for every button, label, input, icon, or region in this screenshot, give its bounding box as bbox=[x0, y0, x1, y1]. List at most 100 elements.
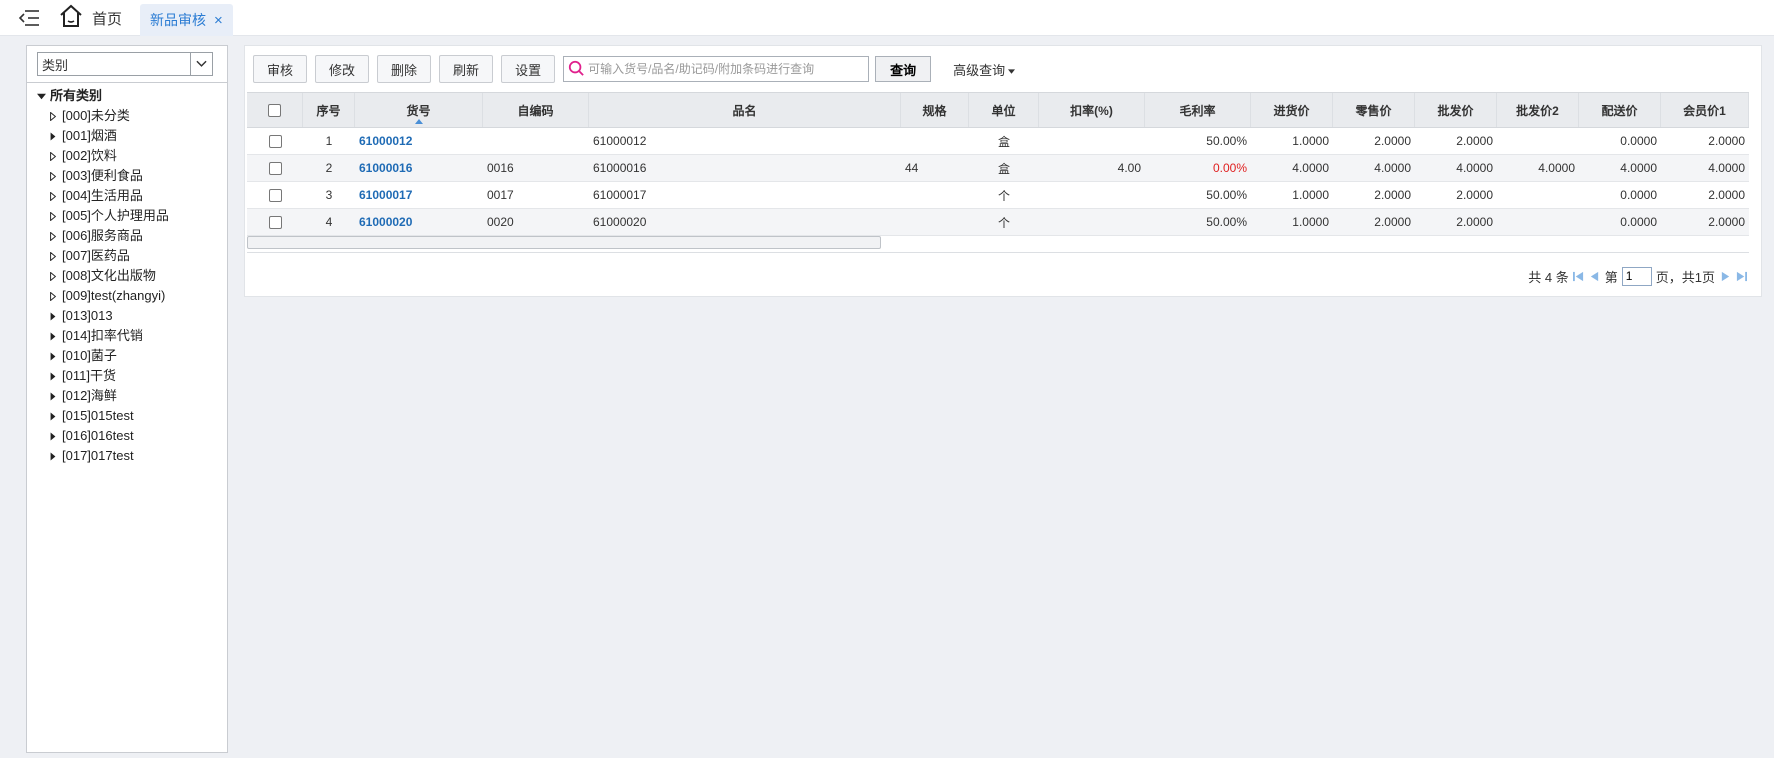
table-row[interactable]: 1 61000012 61000012 盒 50.00% 1.0000 2.0000 2.00… bbox=[247, 128, 1749, 155]
query-button[interactable]: 查询 bbox=[875, 56, 932, 82]
expanded-triangle-icon[interactable] bbox=[35, 90, 47, 102]
next-page-icon[interactable] bbox=[1719, 270, 1731, 282]
header-wholesale-price-2[interactable]: 批发价2 bbox=[1497, 93, 1579, 127]
cell-self-code bbox=[483, 128, 589, 154]
tree-item-label: [006]服务商品 bbox=[62, 228, 143, 243]
tree-item[interactable]: [016]016test bbox=[35, 426, 225, 446]
tree-item[interactable]: [006]服务商品 bbox=[35, 226, 225, 246]
header-buy-price[interactable]: 进货价 bbox=[1251, 93, 1333, 127]
refresh-button[interactable]: 刷新 bbox=[439, 55, 494, 83]
collapsed-triangle-icon[interactable] bbox=[47, 210, 59, 222]
collapsed-triangle-icon[interactable] bbox=[47, 450, 59, 462]
row-checkbox[interactable] bbox=[268, 134, 282, 148]
tree-item-label: [012]海鲜 bbox=[62, 388, 117, 403]
table-row[interactable]: 3 61000017 0017 61000017 个 50.00% 1.0000 2.0000… bbox=[247, 182, 1749, 209]
cell-code-text[interactable]: 61000016 bbox=[359, 161, 412, 175]
collapsed-triangle-icon[interactable] bbox=[47, 290, 59, 302]
collapsed-triangle-icon[interactable] bbox=[47, 270, 59, 282]
close-icon[interactable]: × bbox=[214, 13, 223, 28]
collapsed-triangle-icon[interactable] bbox=[47, 310, 59, 322]
header-distribution-price[interactable]: 配送价 bbox=[1579, 93, 1661, 127]
collapsed-triangle-icon[interactable] bbox=[47, 390, 59, 402]
row-checkbox[interactable] bbox=[268, 188, 282, 202]
tree-item[interactable]: [008]文化出版物 bbox=[35, 266, 225, 286]
tree-item[interactable]: [011]干货 bbox=[35, 366, 225, 386]
tree-item[interactable]: [014]扣率代销 bbox=[35, 326, 225, 346]
header-spec[interactable]: 规格 bbox=[901, 93, 969, 127]
cell-seq: 2 bbox=[303, 155, 355, 181]
header-self-code[interactable]: 自编码 bbox=[483, 93, 589, 127]
tree-item[interactable]: [015]015test bbox=[35, 406, 225, 426]
category-type-select[interactable]: 类别 bbox=[37, 52, 213, 76]
advanced-query-dropdown[interactable]: 高级查询 bbox=[953, 60, 1016, 79]
header-retail-price[interactable]: 零售价 bbox=[1333, 93, 1415, 127]
cell-member-price-text: 4.0000 bbox=[1708, 161, 1745, 175]
cell-code-text[interactable]: 61000017 bbox=[359, 188, 412, 202]
header-seq[interactable]: 序号 bbox=[303, 93, 355, 127]
row-checkbox[interactable] bbox=[268, 215, 282, 229]
tree-item[interactable]: [017]017test bbox=[35, 446, 225, 466]
main-panel: 审核 修改 删除 刷新 设置 查询 高级查询 序号 货号 自编码 bbox=[244, 45, 1762, 297]
search-input[interactable] bbox=[588, 58, 869, 80]
collapsed-triangle-icon[interactable] bbox=[47, 350, 59, 362]
last-page-icon[interactable] bbox=[1735, 270, 1747, 282]
horizontal-scrollbar[interactable] bbox=[247, 236, 881, 249]
row-checkbox[interactable] bbox=[268, 161, 282, 175]
collapsed-triangle-icon[interactable] bbox=[47, 170, 59, 182]
cell-wholesale-price-2: 4.0000 bbox=[1497, 155, 1579, 181]
cell-code-text[interactable]: 61000020 bbox=[359, 215, 412, 229]
first-page-icon[interactable] bbox=[1573, 270, 1585, 282]
tree-item[interactable]: [007]医药品 bbox=[35, 246, 225, 266]
collapsed-triangle-icon[interactable] bbox=[47, 130, 59, 142]
collapsed-triangle-icon[interactable] bbox=[47, 430, 59, 442]
collapsed-triangle-icon[interactable] bbox=[47, 230, 59, 242]
collapsed-triangle-icon[interactable] bbox=[47, 410, 59, 422]
tab-home[interactable]: 首页 bbox=[58, 0, 122, 36]
edit-button[interactable]: 修改 bbox=[315, 55, 370, 83]
tree-root-all-categories[interactable]: 所有类别 bbox=[35, 86, 225, 106]
collapsed-triangle-icon[interactable] bbox=[47, 250, 59, 262]
tree-item[interactable]: [010]菌子 bbox=[35, 346, 225, 366]
collapsed-triangle-icon[interactable] bbox=[47, 330, 59, 342]
tree-item[interactable]: [009]test(zhangyi) bbox=[35, 286, 225, 306]
collapsed-triangle-icon[interactable] bbox=[47, 370, 59, 382]
tree-item[interactable]: [013]013 bbox=[35, 306, 225, 326]
tree-item[interactable]: [004]生活用品 bbox=[35, 186, 225, 206]
delete-button[interactable]: 删除 bbox=[377, 55, 432, 83]
tree-item[interactable]: [003]便利食品 bbox=[35, 166, 225, 186]
collapsed-triangle-icon[interactable] bbox=[47, 110, 59, 122]
header-name[interactable]: 品名 bbox=[589, 93, 901, 127]
header-member-price[interactable]: 会员价1 bbox=[1661, 93, 1749, 127]
cell-retail-price-text: 2.0000 bbox=[1374, 215, 1411, 229]
cell-unit: 盒 bbox=[969, 155, 1039, 181]
chevron-down-icon[interactable] bbox=[190, 53, 212, 75]
cell-discount bbox=[1039, 209, 1145, 235]
tree-item[interactable]: [012]海鲜 bbox=[35, 386, 225, 406]
header-wholesale-price[interactable]: 批发价 bbox=[1415, 93, 1497, 127]
table-row[interactable]: 4 61000020 0020 61000020 个 50.00% 1.0000 2.0000… bbox=[247, 209, 1749, 236]
menu-collapse-icon[interactable] bbox=[18, 9, 40, 27]
cell-unit-text: 个 bbox=[997, 215, 1010, 230]
pager-page-prefix: 第 bbox=[1604, 269, 1618, 285]
collapsed-triangle-icon[interactable] bbox=[47, 190, 59, 202]
tree-item[interactable]: [002]饮料 bbox=[35, 146, 225, 166]
cell-wholesale-price-2 bbox=[1497, 128, 1579, 154]
cell-discount-text: 4.00 bbox=[1117, 161, 1141, 175]
cell-code-text[interactable]: 61000012 bbox=[359, 134, 412, 148]
cell-wholesale-price-2 bbox=[1497, 209, 1579, 235]
tree-item[interactable]: [000]未分类 bbox=[35, 106, 225, 126]
header-gross[interactable]: 毛利率 bbox=[1145, 93, 1251, 127]
collapsed-triangle-icon[interactable] bbox=[47, 150, 59, 162]
tab-new-product-audit[interactable]: 新品审核 × bbox=[140, 4, 233, 36]
header-unit[interactable]: 单位 bbox=[969, 93, 1039, 127]
prev-page-icon[interactable] bbox=[1589, 270, 1601, 282]
tree-item[interactable]: [005]个人护理用品 bbox=[35, 206, 225, 226]
select-all-checkbox[interactable] bbox=[268, 103, 281, 117]
header-code[interactable]: 货号 bbox=[355, 93, 483, 127]
header-discount[interactable]: 扣率(%) bbox=[1039, 93, 1145, 127]
page-number-input[interactable] bbox=[1621, 266, 1652, 286]
settings-button[interactable]: 设置 bbox=[501, 55, 556, 83]
tree-item[interactable]: [001]烟酒 bbox=[35, 126, 225, 146]
table-row[interactable]: 2 61000016 0016 61000016 44 盒 4.00 0.00% 4.0000 4… bbox=[247, 155, 1749, 182]
audit-button[interactable]: 审核 bbox=[253, 55, 308, 83]
